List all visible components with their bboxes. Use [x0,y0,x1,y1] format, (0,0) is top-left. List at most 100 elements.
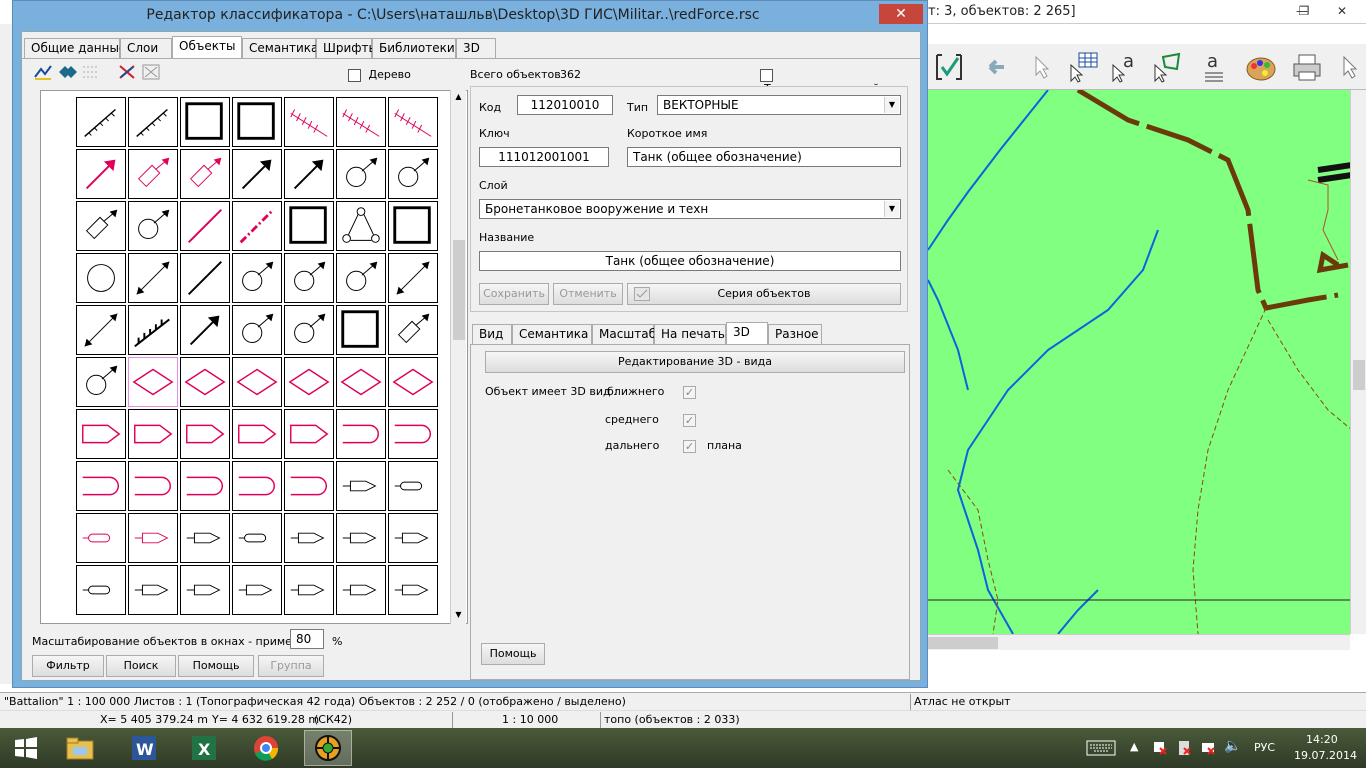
clear-icon[interactable] [140,62,162,82]
symbol-cell[interactable] [284,565,334,615]
symbol-cell[interactable] [388,305,438,355]
clock-date[interactable]: 19.07.2014 [1294,749,1357,762]
restore-icon[interactable]: ❐ [1290,2,1318,20]
symbol-cell[interactable] [336,149,386,199]
symbol-cell[interactable] [128,513,178,563]
subtab-misc[interactable]: Разное [768,324,822,344]
symbol-cell[interactable] [76,461,126,511]
symbol-cell[interactable] [76,97,126,147]
symbol-grid[interactable] [40,90,468,624]
volume-icon[interactable]: 🔈 [1224,738,1241,754]
clock-time[interactable]: 14:20 [1306,733,1338,746]
help-button-left[interactable]: Помощь [178,655,254,677]
chevron-down-icon[interactable]: ▼ [884,201,899,217]
scroll-down-icon[interactable]: ▼ [451,608,466,622]
tray-up-arrow-icon[interactable]: ▲ [1130,740,1138,753]
word-icon[interactable]: W [120,730,168,766]
symbol-cell[interactable] [128,357,178,407]
undo-arrow-icon[interactable] [978,50,1012,84]
far-checkbox[interactable] [683,439,696,453]
key-input[interactable]: 111012001001 [479,147,609,167]
symbol-cell[interactable] [128,97,178,147]
far-checkbox-box[interactable] [683,439,696,453]
symbol-cell[interactable] [180,565,230,615]
symbol-cell[interactable] [180,149,230,199]
gis-app-icon[interactable] [304,730,352,766]
symbol-cell[interactable] [336,461,386,511]
symbol-grid-scrollbar[interactable]: ▲ ▼ [450,90,466,624]
select-text-icon[interactable]: a [1108,50,1142,84]
type-select[interactable]: ВЕКТОРНЫЕ ▼ [657,95,901,115]
symbol-cell[interactable] [128,565,178,615]
symbol-cell[interactable] [388,149,438,199]
tray-network-icon[interactable] [1200,740,1216,759]
map-horizontal-scrollbar[interactable] [928,634,1350,650]
symbol-cell[interactable] [180,253,230,303]
symbol-cell[interactable] [232,513,282,563]
pointer-icon[interactable] [1024,50,1058,84]
search-button[interactable]: Поиск [106,655,176,677]
symbol-cell[interactable] [128,409,178,459]
symbol-cell[interactable] [388,565,438,615]
symbol-cell[interactable] [180,305,230,355]
symbol-cell[interactable] [76,305,126,355]
printer-only-checkbox-box[interactable] [760,68,773,82]
subtab-scale[interactable]: Масштаб [592,324,656,344]
tab-3d[interactable]: 3D [456,38,496,58]
symbol-cell[interactable] [232,149,282,199]
symbol-cell[interactable] [284,201,334,251]
symbol-cell[interactable] [76,149,126,199]
symbol-cell[interactable] [76,357,126,407]
tab-semantics[interactable]: Семантика [242,38,318,58]
close-icon[interactable]: ✕ [1328,2,1356,20]
grid-view-icon[interactable] [80,62,102,82]
tree-checkbox[interactable]: Дерево [348,68,411,82]
dialog-close-button[interactable]: ✕ [879,4,923,24]
tray-device-icon[interactable] [1176,740,1192,759]
symbol-cell[interactable] [336,97,386,147]
draw-area-icon[interactable] [56,62,78,82]
chrome-icon[interactable] [242,730,290,766]
start-windows-icon[interactable] [2,730,50,766]
chevron-down-icon[interactable]: ▼ [884,97,899,113]
symbol-cell[interactable] [388,97,438,147]
symbol-cell[interactable] [232,253,282,303]
symbol-cell[interactable] [76,409,126,459]
symbol-cell[interactable] [76,253,126,303]
symbol-cell[interactable] [284,149,334,199]
symbol-cell[interactable] [388,253,438,303]
symbol-cell[interactable] [232,305,282,355]
excel-icon[interactable]: X [180,730,228,766]
subtab-semantics[interactable]: Семантика [512,324,592,344]
symbol-cell[interactable] [128,305,178,355]
subtab-print[interactable]: На печать [654,324,726,344]
tab-libraries[interactable]: Библиотеки [372,38,456,58]
map-hscroll-thumb[interactable] [928,637,998,649]
near-checkbox-box[interactable] [683,385,696,399]
edit-3d-button[interactable]: Редактирование 3D - вида [485,351,905,373]
symbol-cell[interactable] [180,513,230,563]
tree-checkbox-box[interactable] [348,68,361,82]
symbol-cell[interactable] [232,461,282,511]
map-vertical-scrollbar[interactable] [1350,90,1366,634]
layer-select[interactable]: Бронетанковое вооружение и техн ▼ [479,199,901,219]
tab-fonts[interactable]: Шрифты [316,38,378,58]
symbol-cell[interactable] [388,461,438,511]
symbol-cell[interactable] [180,461,230,511]
symbol-cell[interactable] [336,565,386,615]
medium-checkbox[interactable] [683,413,696,427]
save-button[interactable]: Сохранить [479,283,549,305]
subtab-3d[interactable]: 3D [726,322,768,344]
cancel-button[interactable]: Отменить [553,283,623,305]
symbol-cell[interactable] [180,409,230,459]
symbol-cell[interactable] [284,513,334,563]
symbol-cell[interactable] [336,305,386,355]
symbol-cell[interactable] [232,357,282,407]
symbol-cell[interactable] [284,97,334,147]
code-input[interactable]: 112010010 [517,95,613,115]
symbol-cell[interactable] [232,97,282,147]
check-icon[interactable] [932,50,966,84]
medium-checkbox-box[interactable] [683,413,696,427]
symbol-cell[interactable] [76,201,126,251]
symbol-cell[interactable] [336,201,386,251]
